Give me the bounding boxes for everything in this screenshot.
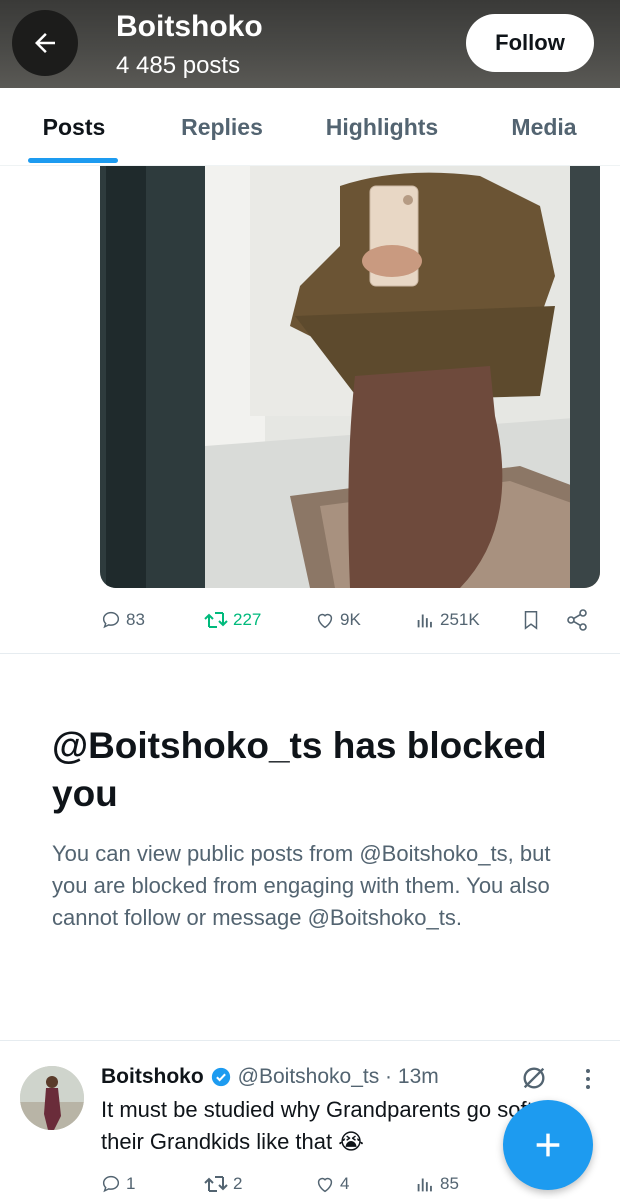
- tweet-like-action[interactable]: 4: [314, 1168, 349, 1199]
- section-divider: [0, 1040, 620, 1041]
- profile-tabs: Posts Replies Highlights Media: [0, 88, 620, 166]
- back-arrow-icon: [35, 33, 55, 53]
- bookmark-icon: [524, 611, 538, 630]
- tweet-like-count: 4: [340, 1174, 350, 1193]
- repost-count: 227: [233, 610, 262, 629]
- reply-count: 83: [126, 610, 145, 629]
- like-count: 9K: [340, 610, 361, 629]
- like-icon: [317, 613, 333, 629]
- tweet-reply-count: 1: [126, 1174, 136, 1193]
- photo-image: [100, 166, 600, 588]
- post-actions: 83 227 9K 251K: [100, 600, 600, 640]
- tweet-views-count: 85: [440, 1174, 459, 1193]
- blocked-description: You can view public posts from @Boitshok…: [52, 841, 551, 930]
- grok-icon[interactable]: [520, 1064, 548, 1092]
- posts-count: 4 485 posts: [116, 52, 241, 79]
- profile-header: Boitshoko 4 485 posts Follow: [0, 0, 620, 88]
- reply-action[interactable]: 83: [100, 600, 145, 640]
- reply-icon: [102, 611, 120, 629]
- plus-icon: [536, 1133, 560, 1157]
- tab-posts[interactable]: Posts: [0, 88, 148, 166]
- like-icon: [317, 1177, 333, 1193]
- tweet-repost-count: 2: [233, 1174, 243, 1193]
- share-button[interactable]: [565, 600, 589, 640]
- tweet-author-name[interactable]: Boitshoko: [101, 1065, 204, 1089]
- views-action[interactable]: 251K: [414, 600, 480, 640]
- verified-icon: [211, 1067, 230, 1087]
- post-divider: [0, 653, 620, 654]
- more-icon[interactable]: [578, 1066, 598, 1092]
- blocked-title: @Boitshoko_ts has blocked you: [52, 725, 547, 814]
- follow-button[interactable]: Follow: [466, 14, 594, 72]
- back-button[interactable]: [12, 10, 78, 76]
- share-icon: [567, 609, 587, 631]
- views-icon: [417, 1178, 432, 1192]
- views-icon: [417, 614, 432, 628]
- compose-button[interactable]: [503, 1100, 593, 1190]
- views-count: 251K: [440, 610, 480, 629]
- tab-highlights[interactable]: Highlights: [296, 88, 468, 166]
- bookmark-button[interactable]: [520, 600, 542, 640]
- tweet-handle-time: @Boitshoko_ts · 13m: [237, 1065, 439, 1088]
- like-action[interactable]: 9K: [314, 600, 361, 640]
- repost-icon: [204, 612, 228, 628]
- avatar[interactable]: [20, 1066, 84, 1130]
- profile-name: Boitshoko: [116, 10, 263, 43]
- active-tab-indicator: [28, 158, 118, 163]
- tab-replies[interactable]: Replies: [148, 88, 296, 166]
- tweet-views-action[interactable]: 85: [414, 1168, 459, 1199]
- reply-icon: [102, 1175, 120, 1193]
- repost-icon: [204, 1176, 228, 1192]
- avatar-image: [20, 1066, 84, 1130]
- post-photo[interactable]: [100, 166, 600, 588]
- tweet-repost-action[interactable]: 2: [203, 1168, 242, 1199]
- tab-media[interactable]: Media: [468, 88, 620, 166]
- repost-action[interactable]: 227: [203, 600, 261, 640]
- tweet-header: Boitshoko @Boitshoko_ts · 13m: [101, 1062, 439, 1092]
- tweet-reply-action[interactable]: 1: [100, 1168, 135, 1199]
